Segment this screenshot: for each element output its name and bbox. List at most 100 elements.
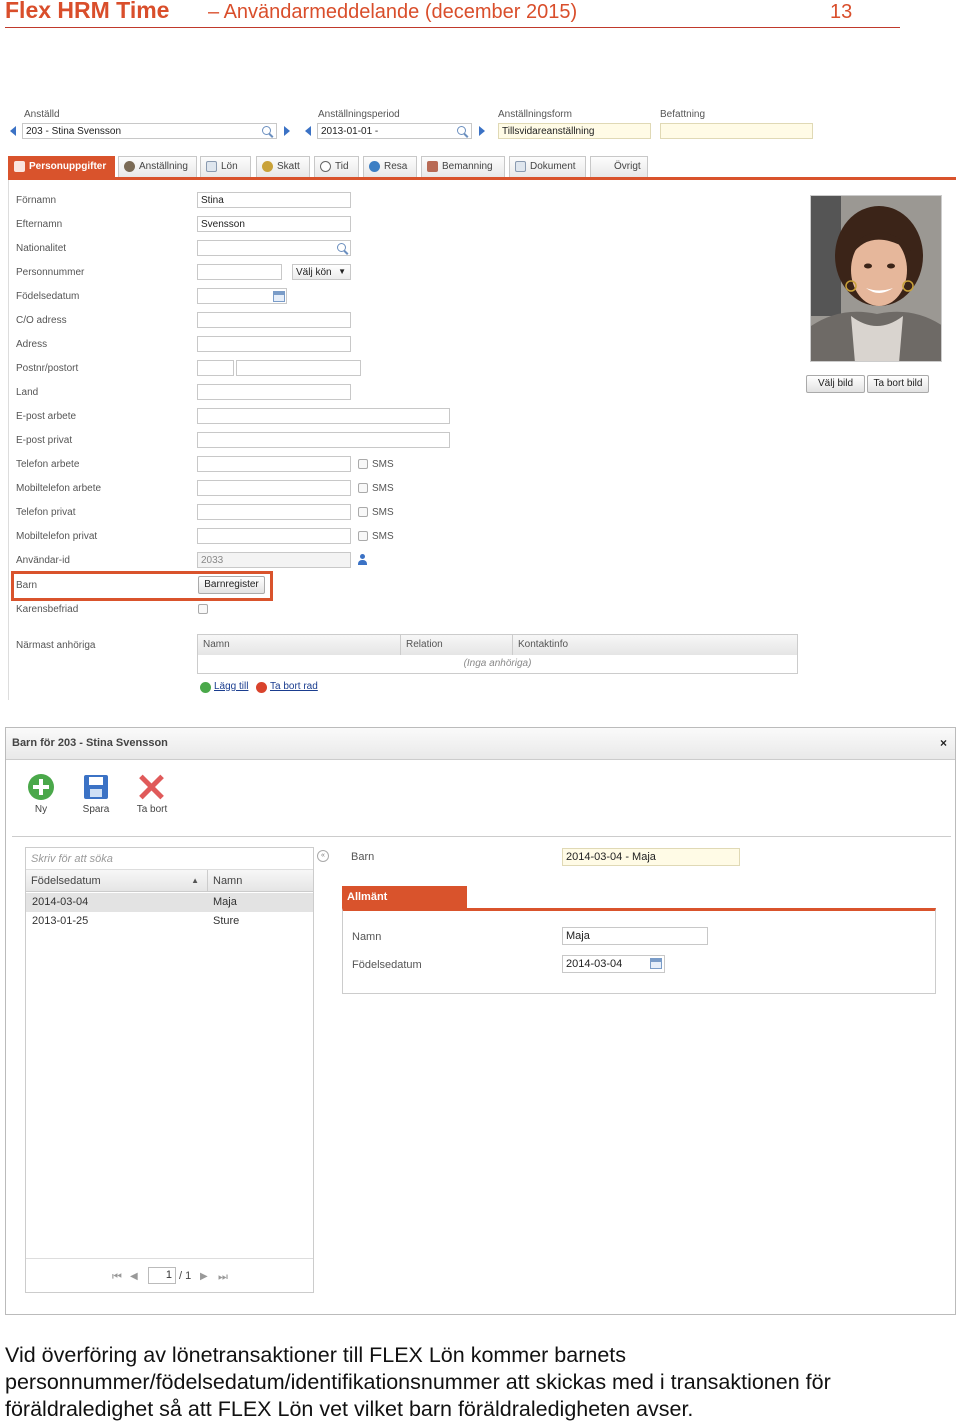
period-field[interactable]: 2013-01-01 - [317, 123, 472, 139]
new-icon[interactable] [28, 774, 54, 800]
land-field[interactable] [197, 384, 351, 400]
tab-ovrigt[interactable]: Övrigt [590, 156, 648, 177]
telefon-privat-field[interactable] [197, 504, 351, 520]
fornamn-field[interactable]: Stina [197, 192, 351, 208]
search-input[interactable]: Skriv för att söka [26, 848, 313, 870]
tab-bemanning[interactable]: Bemanning [421, 156, 505, 177]
anvandarid-field: 2033 [197, 552, 351, 568]
add-icon[interactable] [200, 682, 211, 693]
karensbefriad-checkbox[interactable] [198, 604, 208, 614]
save-button-label[interactable]: Spara [78, 804, 114, 815]
close-icon[interactable]: × [940, 736, 947, 750]
mobil-arbete-field[interactable] [197, 480, 351, 496]
employee-field[interactable]: 203 - Stina Svensson [22, 123, 277, 139]
efternamn-field[interactable]: Svensson [197, 216, 351, 232]
new-button-label[interactable]: Ny [28, 804, 54, 815]
postort-field[interactable] [236, 360, 361, 376]
label-fodelsedatum-detail: Födelsedatum [352, 959, 422, 971]
label-karensbefriad: Karensbefriad [16, 604, 79, 615]
next-period-icon[interactable] [479, 126, 485, 136]
grid-empty-text: (Inga anhöriga) [197, 655, 798, 674]
prev-period-icon[interactable] [305, 126, 311, 136]
prev-employee-icon[interactable] [10, 126, 16, 136]
label-personnummer: Personnummer [16, 267, 85, 278]
tab-resa[interactable]: Resa [363, 156, 417, 177]
barn-selected-field: 2014-03-04 - Maja [562, 848, 740, 866]
delete-button-label[interactable]: Ta bort [130, 804, 174, 815]
choose-image-button[interactable]: Välj bild [806, 375, 865, 393]
toolbar-divider [12, 836, 951, 837]
detail-panel [342, 908, 936, 994]
tab-personuppgifter[interactable]: Personuppgifter [8, 156, 115, 177]
search-icon[interactable] [262, 126, 271, 135]
document-header: Flex HRM Time – Användarmeddelande (dece… [5, 0, 900, 28]
grid-header-namn[interactable]: Namn [197, 634, 401, 656]
add-row-link[interactable]: Lägg till [214, 681, 248, 692]
label-epost-arbete: E-post arbete [16, 411, 77, 422]
chevron-down-icon: ▼ [338, 267, 346, 276]
tab-lon[interactable]: Lön [200, 156, 251, 177]
calendar-icon[interactable] [650, 958, 662, 969]
table-row[interactable]: 2013-01-25 Sture [26, 912, 313, 931]
prev-page-icon[interactable]: ◀ [130, 1271, 138, 1282]
collapse-icon[interactable]: « [317, 850, 329, 862]
adress-field[interactable] [197, 336, 351, 352]
tab-skatt[interactable]: Skatt [256, 156, 310, 177]
label-land: Land [16, 387, 39, 398]
children-dialog: Barn för 203 - Stina Svensson × Ny Spara… [5, 727, 956, 1315]
tab-anstallning[interactable]: Anställning [118, 156, 197, 177]
postnr-field[interactable] [197, 360, 234, 376]
first-page-icon[interactable]: ⏮ [112, 1271, 122, 1284]
barnregister-button[interactable]: Barnregister [198, 576, 265, 594]
sms-checkbox[interactable] [358, 459, 368, 469]
sms-label: SMS [372, 459, 394, 470]
label-nationalitet: Nationalitet [16, 243, 67, 254]
label-anvandarid: Användar-id [16, 555, 70, 566]
label-fodelsedatum: Födelsedatum [16, 291, 80, 302]
person-card-icon [14, 161, 25, 172]
nationalitet-field[interactable] [197, 240, 351, 256]
label-telefon-arbete: Telefon arbete [16, 459, 80, 470]
calendar-icon[interactable] [273, 291, 285, 302]
sms-checkbox[interactable] [358, 483, 368, 493]
employment-form-field: Tillsvidareanställning [498, 123, 651, 139]
co-adress-field[interactable] [197, 312, 351, 328]
remove-icon[interactable] [256, 682, 267, 693]
page-number: 13 [830, 1, 853, 23]
sms-checkbox[interactable] [358, 507, 368, 517]
label-mobil-privat: Mobiltelefon privat [16, 531, 98, 542]
delete-icon[interactable] [138, 774, 164, 800]
sms-checkbox[interactable] [358, 531, 368, 541]
namn-field[interactable]: Maja [562, 927, 708, 945]
label-narmast-anhoriga: Närmast anhöriga [16, 640, 96, 651]
employee-photo [810, 195, 942, 362]
next-page-icon[interactable]: ▶ [200, 1271, 208, 1282]
col-header-fodelsedatum[interactable]: Födelsedatum ▲ [26, 870, 208, 892]
page-input[interactable]: 1 [148, 1267, 176, 1284]
dialog-title-bar: Barn för 203 - Stina Svensson × [6, 728, 955, 760]
label-adress: Adress [16, 339, 48, 350]
tab-dokument[interactable]: Dokument [509, 156, 586, 177]
mobil-privat-field[interactable] [197, 528, 351, 544]
user-icon[interactable] [358, 554, 367, 566]
tab-tid[interactable]: Tid [314, 156, 359, 177]
grid-header-relation[interactable]: Relation [400, 634, 513, 656]
epost-privat-field[interactable] [197, 432, 450, 448]
sort-up-icon: ▲ [191, 876, 199, 885]
col-header-namn[interactable]: Namn [208, 870, 313, 892]
remove-image-button[interactable]: Ta bort bild [867, 375, 929, 393]
next-employee-icon[interactable] [284, 126, 290, 136]
grid-header-kontaktinfo[interactable]: Kontaktinfo [512, 634, 798, 656]
pager-divider [26, 1258, 313, 1259]
table-row[interactable]: 2014-03-04 Maja [26, 893, 313, 912]
remove-row-link[interactable]: Ta bort rad [270, 681, 318, 692]
last-page-icon[interactable]: ⏭ [218, 1271, 228, 1284]
telefon-arbete-field[interactable] [197, 456, 351, 472]
personnummer-field[interactable] [197, 264, 282, 280]
gender-select[interactable]: Välj kön ▼ [292, 264, 351, 280]
search-icon[interactable] [457, 126, 466, 135]
label-barn: Barn [16, 580, 38, 591]
search-icon[interactable] [337, 243, 346, 252]
save-icon[interactable] [84, 775, 108, 799]
epost-arbete-field[interactable] [197, 408, 450, 424]
